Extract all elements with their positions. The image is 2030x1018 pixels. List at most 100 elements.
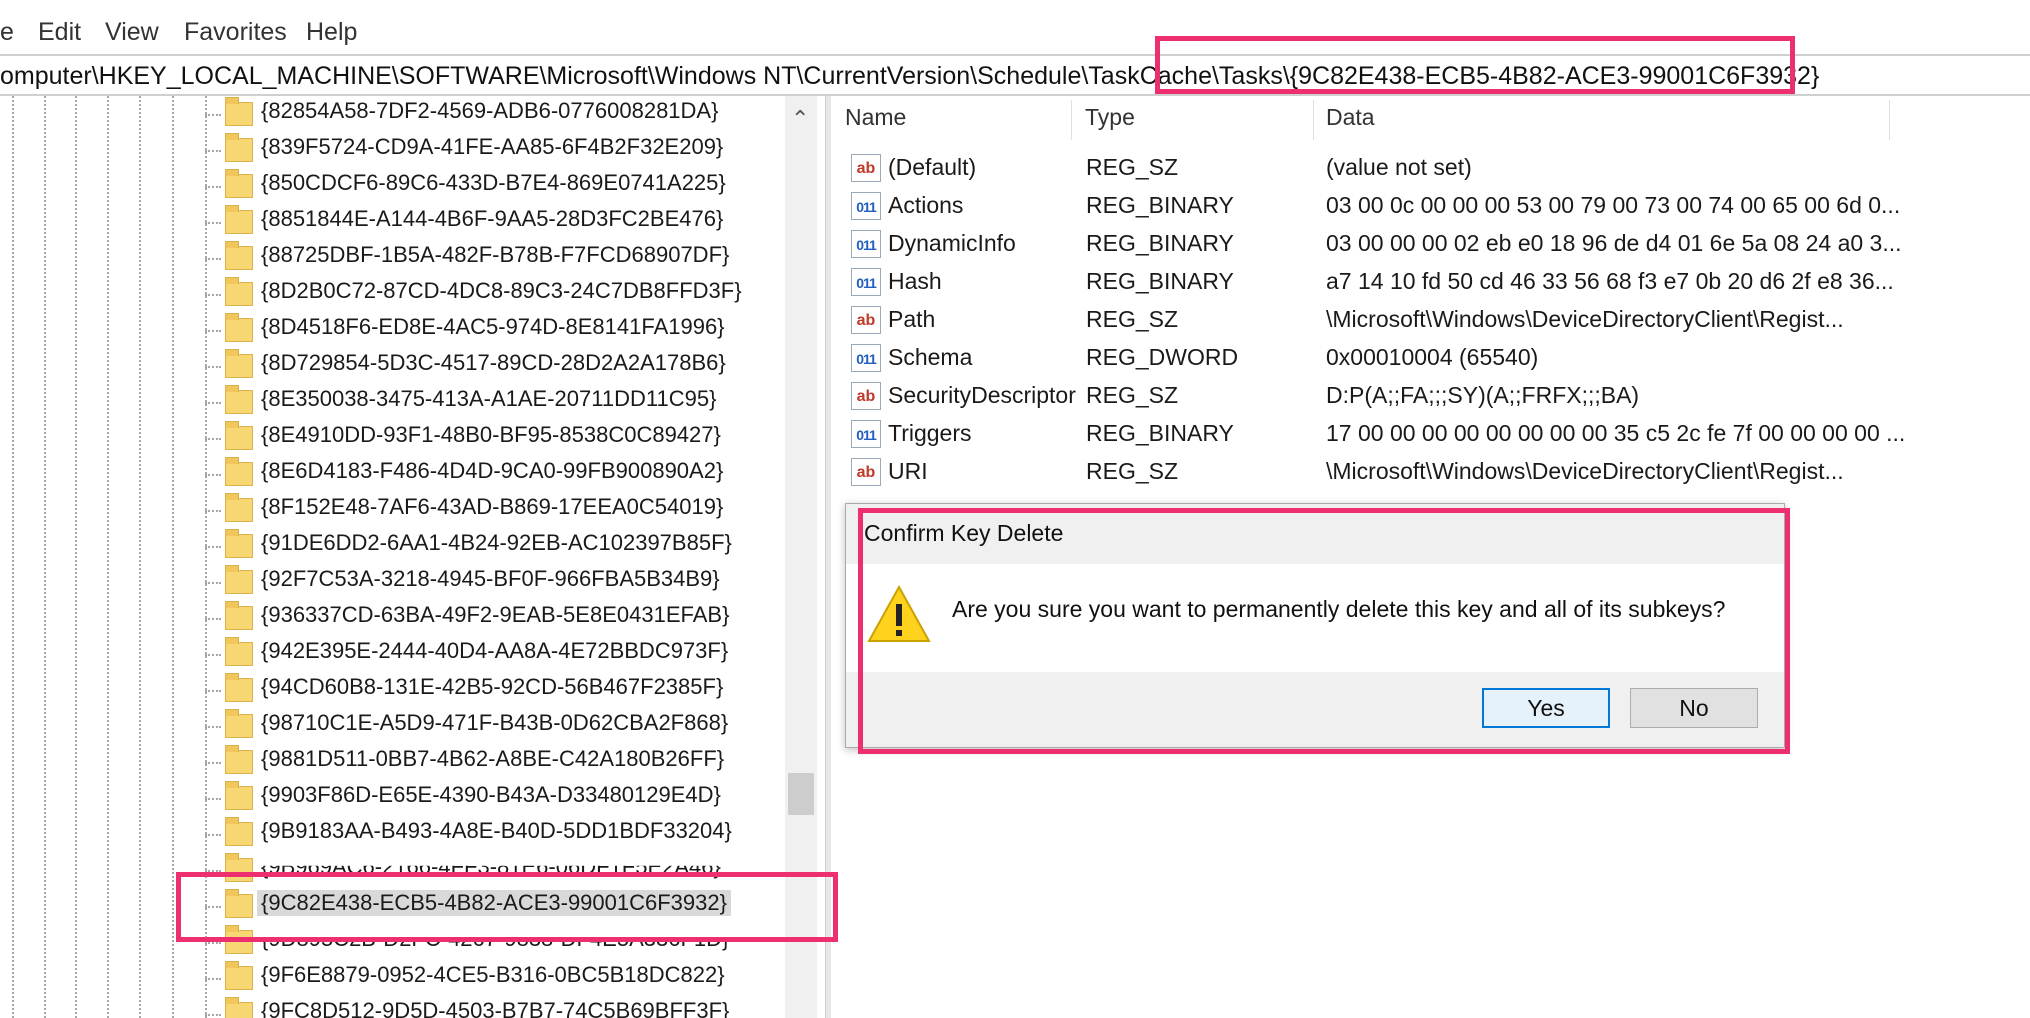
value-row[interactable]: 011 110 Triggers REG_BINARY 17 00 00 00 … xyxy=(841,416,2021,471)
tree-item-label: {839F5724-CD9A-41FE-AA85-6F4B2F32E209} xyxy=(261,134,724,159)
value-row[interactable]: ab (Default) REG_SZ (value not set) xyxy=(841,150,2021,188)
tree-item[interactable]: {9B9183AA-B493-4A8E-B40D-5DD1BDF33204} xyxy=(205,816,765,852)
tree-item-label: {98710C1E-A5D9-471F-B43B-0D62CBA2F868} xyxy=(261,710,729,735)
value-data: 0x00010004 (65540) xyxy=(1326,344,1539,370)
tree-item-label: {942E395E-2444-40D4-AA8A-4E72BBDC973F} xyxy=(261,638,729,663)
tree-guide-line xyxy=(107,96,109,1018)
tree-item-label: {91DE6DD2-6AA1-4B24-92EB-AC102397B85F} xyxy=(261,530,732,555)
value-type: REG_SZ xyxy=(1086,306,1179,332)
tree-item[interactable]: {92F7C53A-3218-4945-BF0F-966FBA5B34B9} xyxy=(205,564,765,600)
folder-icon xyxy=(225,637,253,666)
value-name: Schema xyxy=(888,344,973,370)
value-row[interactable]: 011 110 DynamicInfo REG_BINARY 03 00 00 … xyxy=(841,226,2021,281)
folder-icon xyxy=(225,709,253,738)
tree-item[interactable]: {9903F86D-E65E-4390-B43A-D33480129E4D} xyxy=(205,780,765,816)
tree-item[interactable]: {9FC8D512-9D5D-4503-B7B7-74C5B69BFF3F} xyxy=(205,996,765,1018)
folder-icon xyxy=(225,349,253,378)
folder-icon xyxy=(225,673,253,702)
menu-file[interactable]: e xyxy=(0,18,14,47)
tree-item-label: {850CDCF6-89C6-433D-B7E4-869E0741A225} xyxy=(261,170,726,195)
highlight-dialog xyxy=(858,508,1790,754)
tree-item[interactable]: {82854A58-7DF2-4569-ADB6-0776008281DA} xyxy=(205,96,765,132)
tree-item[interactable]: {8D2B0C72-87CD-4DC8-89C3-24C7DB8FFD3F} xyxy=(205,276,765,312)
menu-edit[interactable]: Edit xyxy=(38,18,81,47)
value-row[interactable]: 011 110 Actions REG_BINARY 03 00 0c 00 0… xyxy=(841,188,2021,243)
tree-item-label: {8D4518F6-ED8E-4AC5-974D-8E8141FA1996} xyxy=(261,314,725,339)
folder-icon xyxy=(225,421,253,450)
tree-item-label: {8E6D4183-F486-4D4D-9CA0-99FB900890A2} xyxy=(261,458,724,483)
value-type: REG_SZ xyxy=(1086,458,1179,484)
string-value-icon: ab xyxy=(851,306,881,334)
folder-icon xyxy=(225,565,253,594)
value-name: SecurityDescriptor xyxy=(888,382,1076,408)
folder-icon xyxy=(225,313,253,342)
folder-icon xyxy=(225,601,253,630)
value-row[interactable]: ab Path REG_SZ \Microsoft\Windows\Device… xyxy=(841,302,2021,340)
tree-item[interactable]: {839F5724-CD9A-41FE-AA85-6F4B2F32E209} xyxy=(205,132,765,168)
binary-value-icon: 011 110 xyxy=(851,344,881,395)
tree-item-label: {8E4910DD-93F1-48B0-BF95-8538C0C89427} xyxy=(261,422,721,447)
scrollbar-thumb[interactable] xyxy=(788,773,814,815)
menu-view[interactable]: View xyxy=(105,18,159,47)
binary-value-icon: 011 110 xyxy=(851,420,881,471)
tree-item[interactable]: {942E395E-2444-40D4-AA8A-4E72BBDC973F} xyxy=(205,636,765,672)
menu-favorites[interactable]: Favorites xyxy=(184,18,287,47)
tree-item[interactable]: {91DE6DD2-6AA1-4B24-92EB-AC102397B85F} xyxy=(205,528,765,564)
string-value-icon: ab xyxy=(851,458,881,486)
folder-icon xyxy=(225,241,253,270)
binary-value-icon: 011 110 xyxy=(851,230,881,281)
tree-item-label: {9881D511-0BB7-4B62-A8BE-C42A180B26FF} xyxy=(261,746,725,771)
value-type: REG_DWORD xyxy=(1086,344,1239,370)
column-header-type[interactable]: Type xyxy=(1085,104,1135,131)
tree-item-label: {88725DBF-1B5A-482F-B78B-F7FCD68907DF} xyxy=(261,242,730,267)
value-data: a7 14 10 fd 50 cd 46 33 56 68 f3 e7 0b 2… xyxy=(1326,268,1894,294)
tree-item-label: {9F6E8879-0952-4CE5-B316-0BC5B18DC822} xyxy=(261,962,725,987)
tree-item[interactable]: {8E350038-3475-413A-A1AE-20711DD11C95} xyxy=(205,384,765,420)
value-data: 17 00 00 00 00 00 00 00 00 35 c5 2c fe 7… xyxy=(1326,420,1906,446)
tree-item[interactable]: {8F152E48-7AF6-43AD-B869-17EEA0C54019} xyxy=(205,492,765,528)
column-header-name[interactable]: Name xyxy=(845,104,906,131)
highlight-selected-key xyxy=(176,872,838,942)
tree-item[interactable]: {94CD60B8-131E-42B5-92CD-56B467F2385F} xyxy=(205,672,765,708)
tree-item[interactable]: {98710C1E-A5D9-471F-B43B-0D62CBA2F868} xyxy=(205,708,765,744)
highlight-address-key xyxy=(1155,36,1795,94)
tree-item-label: {94CD60B8-131E-42B5-92CD-56B467F2385F} xyxy=(261,674,724,699)
value-type: REG_BINARY xyxy=(1086,230,1234,256)
tree-item[interactable]: {9881D511-0BB7-4B62-A8BE-C42A180B26FF} xyxy=(205,744,765,780)
value-data: \Microsoft\Windows\DeviceDirectoryClient… xyxy=(1326,306,1844,332)
tree-item-label: {9FC8D512-9D5D-4503-B7B7-74C5B69BFF3F} xyxy=(261,998,730,1018)
tree-item[interactable]: {9F6E8879-0952-4CE5-B316-0BC5B18DC822} xyxy=(205,960,765,996)
tree-item[interactable]: {8E6D4183-F486-4D4D-9CA0-99FB900890A2} xyxy=(205,456,765,492)
value-name: URI xyxy=(888,458,928,484)
column-header-data[interactable]: Data xyxy=(1326,104,1375,131)
value-name: Triggers xyxy=(888,420,972,446)
tree-item[interactable]: {936337CD-63BA-49F2-9EAB-5E8E0431EFAB} xyxy=(205,600,765,636)
column-separator[interactable] xyxy=(1071,100,1072,140)
folder-icon xyxy=(225,457,253,486)
folder-icon xyxy=(225,277,253,306)
value-data: 03 00 0c 00 00 00 53 00 79 00 73 00 74 0… xyxy=(1326,192,1901,218)
tree-item[interactable]: {850CDCF6-89C6-433D-B7E4-869E0741A225} xyxy=(205,168,765,204)
binary-value-icon: 011 110 xyxy=(851,268,881,319)
tree-item-label: {8D729854-5D3C-4517-89CD-28D2A2A178B6} xyxy=(261,350,726,375)
value-row[interactable]: ab URI REG_SZ \Microsoft\Windows\DeviceD… xyxy=(841,454,2021,492)
chevron-up-icon[interactable]: ⌃ xyxy=(791,106,809,132)
value-row[interactable]: ab SecurityDescriptor REG_SZ D:P(A;;FA;;… xyxy=(841,378,2021,416)
tree-item[interactable]: {8E4910DD-93F1-48B0-BF95-8538C0C89427} xyxy=(205,420,765,456)
value-row[interactable]: 011 110 Schema REG_DWORD 0x00010004 (655… xyxy=(841,340,2021,395)
value-name: DynamicInfo xyxy=(888,230,1016,256)
value-row[interactable]: 011 110 Hash REG_BINARY a7 14 10 fd 50 c… xyxy=(841,264,2021,319)
folder-icon xyxy=(225,133,253,162)
menu-help[interactable]: Help xyxy=(306,18,357,47)
column-separator[interactable] xyxy=(1889,100,1890,140)
column-separator[interactable] xyxy=(1313,100,1314,140)
tree-guide-line xyxy=(139,96,141,1018)
tree-item-label: {8E350038-3475-413A-A1AE-20711DD11C95} xyxy=(261,386,717,411)
tree-item[interactable]: {8D4518F6-ED8E-4AC5-974D-8E8141FA1996} xyxy=(205,312,765,348)
value-data: 03 00 00 00 02 eb e0 18 96 de d4 01 6e 5… xyxy=(1326,230,1902,256)
value-name: Path xyxy=(888,306,936,332)
tree-item[interactable]: {8851844E-A144-4B6F-9AA5-28D3FC2BE476} xyxy=(205,204,765,240)
tree-item[interactable]: {88725DBF-1B5A-482F-B78B-F7FCD68907DF} xyxy=(205,240,765,276)
tree-item-label: {92F7C53A-3218-4945-BF0F-966FBA5B34B9} xyxy=(261,566,720,591)
tree-item[interactable]: {8D729854-5D3C-4517-89CD-28D2A2A178B6} xyxy=(205,348,765,384)
